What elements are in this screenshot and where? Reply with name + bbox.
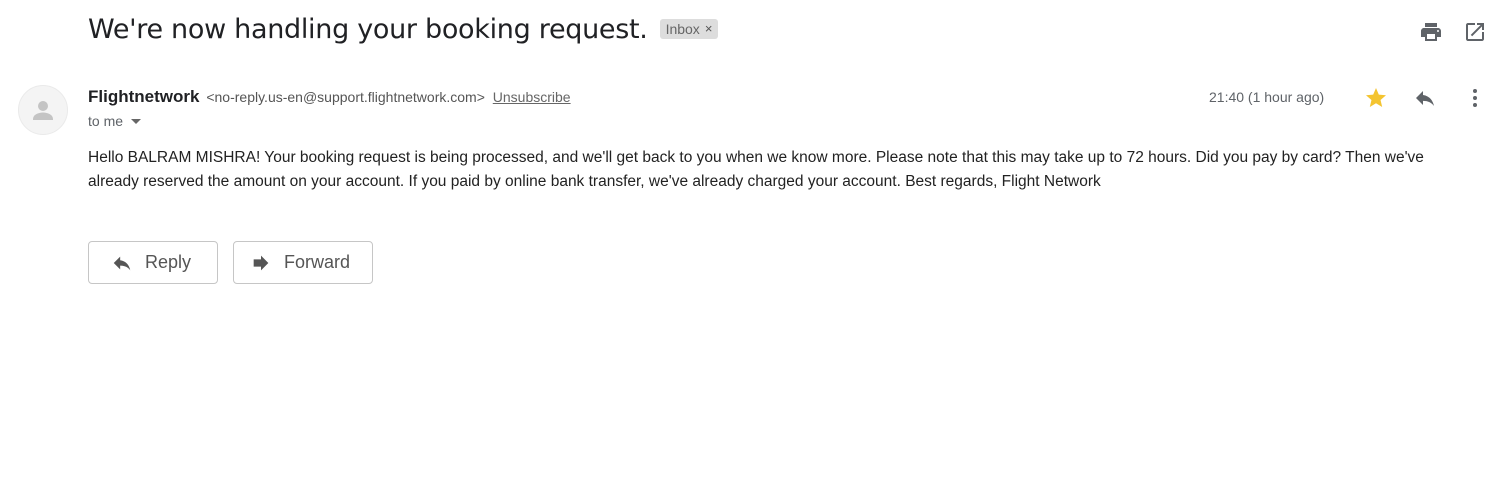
reply-icon	[113, 256, 131, 270]
star-icon[interactable]	[1364, 86, 1388, 110]
email-timestamp: 21:40 (1 hour ago)	[1209, 89, 1325, 105]
chevron-down-icon[interactable]	[131, 119, 142, 124]
recipient-text: to me	[88, 113, 124, 129]
remove-label-icon[interactable]: ×	[705, 21, 713, 36]
more-vertical-icon[interactable]	[1463, 86, 1487, 110]
inbox-label-text: Inbox	[665, 20, 700, 37]
sender-name[interactable]: Flightnetwork	[88, 87, 199, 106]
inbox-label-badge[interactable]: Inbox ×	[659, 18, 719, 39]
sender-email: <no-reply.us-en@support.flightnetwork.co…	[206, 89, 485, 105]
person-icon	[33, 101, 53, 120]
reply-button-label: Reply	[145, 252, 192, 272]
email-subject: We're now handling your booking request.	[88, 14, 648, 45]
subject-row: We're now handling your booking request.…	[88, 14, 719, 45]
reply-button[interactable]: Reply	[88, 241, 218, 284]
open-in-new-window-icon[interactable]	[1463, 20, 1487, 44]
print-icon[interactable]	[1419, 20, 1443, 44]
forward-icon	[253, 255, 269, 270]
forward-button[interactable]: Forward	[233, 241, 373, 284]
recipient-line[interactable]: to me	[88, 113, 142, 129]
sender-line: Flightnetwork <no-reply.us-en@support.fl…	[88, 87, 571, 107]
reply-icon[interactable]	[1413, 86, 1437, 110]
unsubscribe-link[interactable]: Unsubscribe	[493, 89, 571, 105]
sender-avatar[interactable]	[18, 85, 68, 135]
email-body: Hello BALRAM MISHRA! Your booking reques…	[88, 149, 1424, 190]
forward-button-label: Forward	[284, 252, 351, 272]
